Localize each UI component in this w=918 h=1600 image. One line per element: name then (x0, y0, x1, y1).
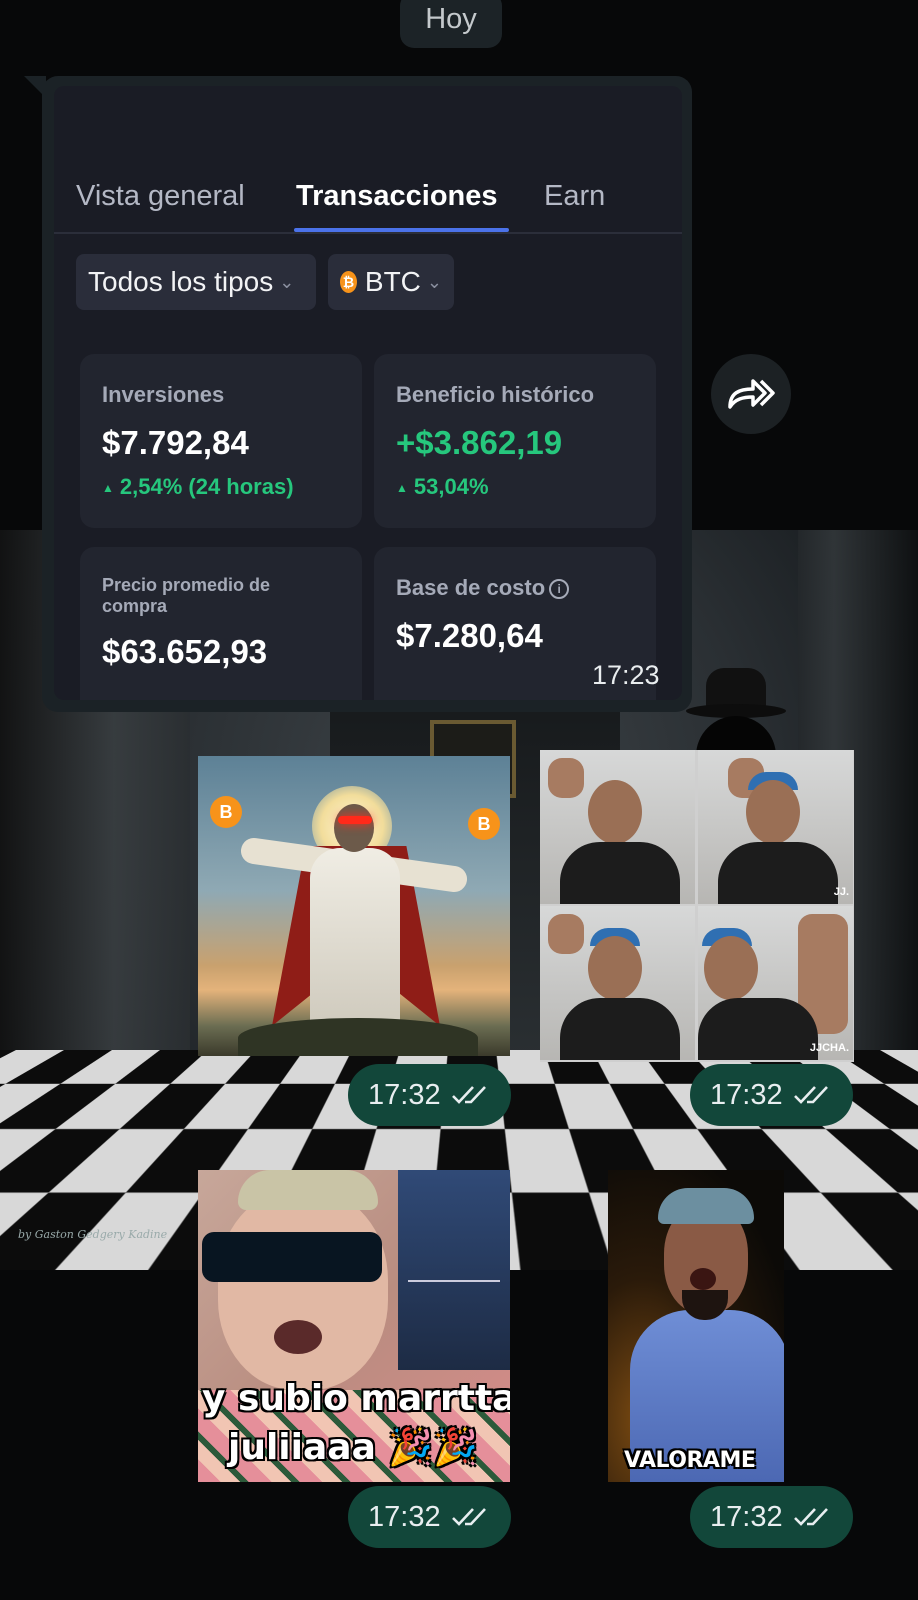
forward-button[interactable] (711, 354, 791, 434)
date-label: Hoy (425, 3, 477, 35)
message-timestamp: 17:23 (592, 660, 660, 690)
forward-icon (728, 379, 775, 409)
bitcoin-icon: B (210, 796, 242, 828)
tab-transacciones: Transacciones (296, 180, 498, 212)
outgoing-timestamp-pill: 17:32 (348, 1064, 511, 1126)
tab-vista-general: Vista general (76, 180, 245, 212)
card-delta: ▲ 2,54% (24 horas) (102, 474, 340, 500)
collage-tag: JJCHA. (809, 1042, 849, 1054)
message-timestamp: 17:32 (368, 1078, 441, 1111)
outgoing-timestamp-pill: 17:32 (690, 1486, 853, 1548)
collage-tag: JJ. (833, 886, 849, 898)
video-caption-line2: juliiaaa 🎉🎉 (228, 1427, 479, 1468)
info-icon: i (549, 579, 570, 600)
bitcoin-icon: ₿ (340, 271, 357, 293)
valorame-video[interactable]: VALORAME (608, 1170, 784, 1482)
up-arrow-icon: ▲ (396, 481, 408, 496)
double-check-icon (793, 1506, 833, 1528)
double-check-icon (451, 1084, 491, 1106)
sunglasses-video[interactable]: y subio marrttaa juliiaaa 🎉🎉 (198, 1170, 510, 1482)
card-value: $7.280,64 (396, 617, 543, 654)
card-label: Precio promedio de compra (102, 575, 271, 616)
card-value: +$3.862,19 (396, 424, 563, 461)
screenshot-tab-bar: Vista general Transacciones Earn (54, 180, 682, 234)
card-delta: ▲ 53,04% (396, 474, 634, 500)
bubble-tail (24, 76, 46, 98)
card-label: Inversiones (102, 382, 225, 407)
laser-eyes (338, 816, 372, 824)
video-caption: VALORAME (624, 1448, 756, 1473)
card-inversiones: Inversiones $7.792,84 ▲ 2,54% (24 horas) (80, 354, 362, 528)
double-check-icon (451, 1506, 491, 1528)
coin-filter-label: BTC (364, 266, 421, 297)
exchange-screenshot-image[interactable]: Vista general Transacciones Earn Todos l… (54, 86, 682, 700)
card-label-text: Base de costo (396, 575, 546, 600)
wallpaper-signature: by Gaston Gedgery Kadine (18, 1228, 168, 1241)
message-timestamp: 17:32 (710, 1500, 783, 1533)
sunglasses (202, 1232, 382, 1282)
bitcoin-icon: B (468, 808, 500, 840)
card-delta-value: 2,54% (24 horas) (119, 474, 294, 499)
card-value: $63.652,93 (102, 633, 268, 670)
outgoing-timestamp-pill: 17:32 (690, 1064, 853, 1126)
card-delta-value: 53,04% (413, 474, 489, 499)
active-tab-underline (294, 228, 509, 232)
chevron-down-icon: ⌄ (279, 271, 295, 292)
type-filter-label: Todos los tipos (88, 266, 274, 297)
fist-collage-image[interactable]: JJ. JJCHA. (540, 750, 854, 1062)
card-label: Beneficio histórico (396, 382, 595, 407)
video-caption-line1: y subio marrttaa (202, 1378, 510, 1419)
card-beneficio-historico: Beneficio histórico +$3.862,19 ▲ 53,04% (374, 354, 656, 528)
type-filter-dropdown: Todos los tipos ⌄ (76, 254, 316, 310)
up-arrow-icon: ▲ (102, 481, 114, 496)
card-precio-promedio: Precio promedio de compra $63.652,93 (80, 547, 362, 700)
date-separator: Hoy (400, 0, 502, 48)
outgoing-timestamp-pill: 17:32 (348, 1486, 511, 1548)
card-label: Base de costo i (396, 575, 634, 601)
btc-jesus-image[interactable]: B B (198, 756, 510, 1056)
double-check-icon (793, 1084, 833, 1106)
card-value: $7.792,84 (102, 424, 249, 461)
message-timestamp: 17:32 (710, 1078, 783, 1111)
message-timestamp: 17:32 (368, 1500, 441, 1533)
tab-earn: Earn (544, 180, 606, 212)
coin-filter-dropdown: ₿ BTC ⌄ (328, 254, 454, 310)
chevron-down-icon: ⌄ (426, 271, 442, 292)
